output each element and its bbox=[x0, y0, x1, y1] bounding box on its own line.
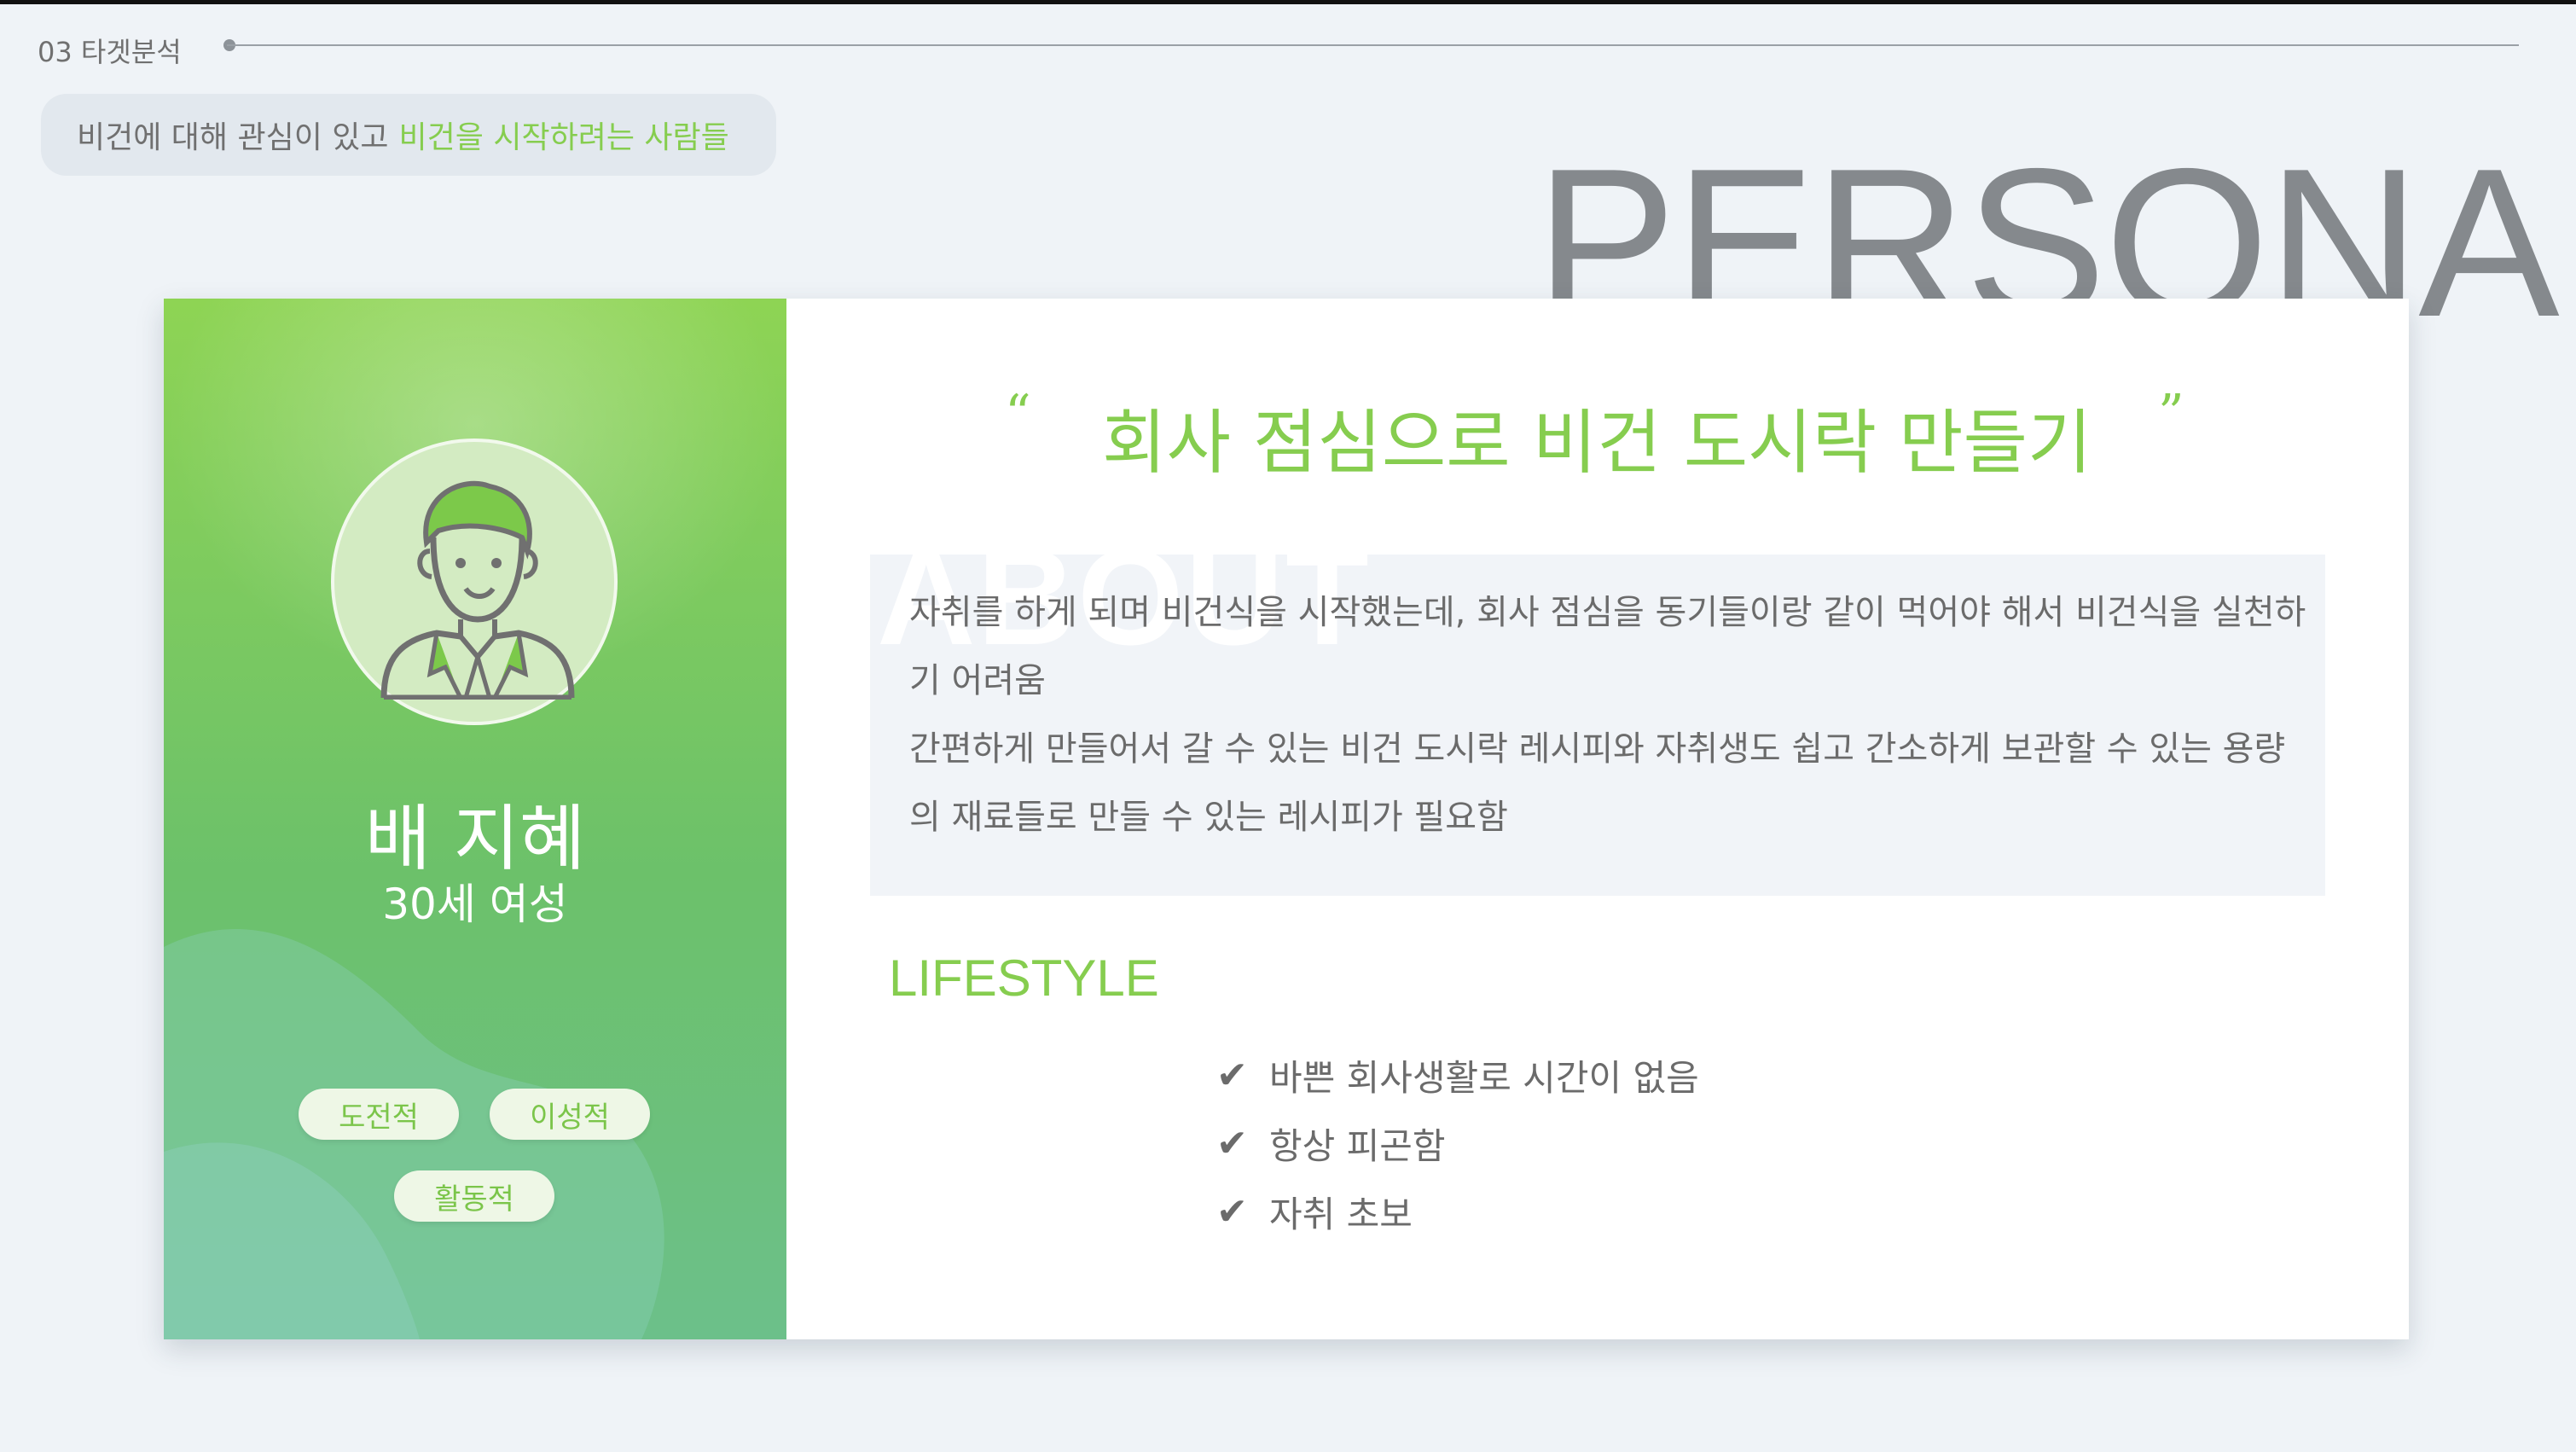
person-avatar-icon bbox=[380, 480, 575, 700]
tag-active: 활동적 bbox=[394, 1170, 554, 1222]
check-icon: ✔ bbox=[1216, 1190, 1248, 1234]
lifestyle-title: LIFESTYLE bbox=[889, 950, 1159, 1007]
about-line: 간편하게 만들어서 갈 수 있는 비건 도시락 레시피와 자취생도 쉽고 간소하… bbox=[909, 729, 2286, 837]
about-box: ABOUT 자취를 하게 되며 비건식을 시작했는데, 회사 점심을 동기들이랑… bbox=[870, 529, 2325, 896]
quote-open: “ bbox=[1005, 384, 1031, 444]
about-line: 자취를 하게 되며 비건식을 시작했는데, 회사 점심을 동기들이랑 같이 먹어… bbox=[909, 593, 2306, 700]
lifestyle-item-text: 바쁜 회사생활로 시간이 없음 bbox=[1269, 1057, 1699, 1099]
quote-title: 회사 점심으로 비건 도시락 만들기 bbox=[1102, 403, 2092, 484]
check-icon: ✔ bbox=[1216, 1122, 1248, 1165]
subtitle-pill: 비건에 대해 관심이 있고 비건을 시작하려는 사람들 bbox=[41, 94, 776, 176]
lifestyle-item: ✔ 바쁜 회사생활로 시간이 없음 bbox=[1216, 1049, 1699, 1101]
section-label: 03 타겟분석 bbox=[38, 36, 182, 68]
persona-age-gender: 30세 여성 bbox=[382, 880, 568, 929]
about-text: 자취를 하게 되며 비건식을 시작했는데, 회사 점심을 동기들이랑 같이 먹어… bbox=[909, 578, 2308, 851]
persona-card: 배 지혜 30세 여성 도전적 이성적 활동적 “ 회사 점심으로 비건 도시락… bbox=[164, 299, 2409, 1339]
subtitle-text: 비건에 대해 관심이 있고 bbox=[77, 120, 389, 155]
subtitle-highlight: 비건을 시작하려는 사람들 bbox=[398, 120, 729, 155]
profile-panel: 배 지혜 30세 여성 도전적 이성적 활동적 bbox=[164, 299, 786, 1339]
avatar bbox=[331, 439, 618, 725]
tag-challenging: 도전적 bbox=[299, 1089, 459, 1140]
header-divider bbox=[227, 44, 2519, 46]
lifestyle-item: ✔ 자취 초보 bbox=[1216, 1186, 1413, 1238]
lifestyle-item: ✔ 항상 피곤함 bbox=[1216, 1118, 1446, 1170]
top-border bbox=[0, 0, 2576, 4]
quote-close: ” bbox=[2158, 384, 2184, 444]
check-icon: ✔ bbox=[1216, 1054, 1248, 1097]
persona-name: 배 지혜 bbox=[364, 797, 586, 880]
lifestyle-item-text: 항상 피곤함 bbox=[1269, 1125, 1446, 1167]
tag-rational: 이성적 bbox=[490, 1089, 650, 1140]
lifestyle-item-text: 자취 초보 bbox=[1269, 1194, 1413, 1235]
